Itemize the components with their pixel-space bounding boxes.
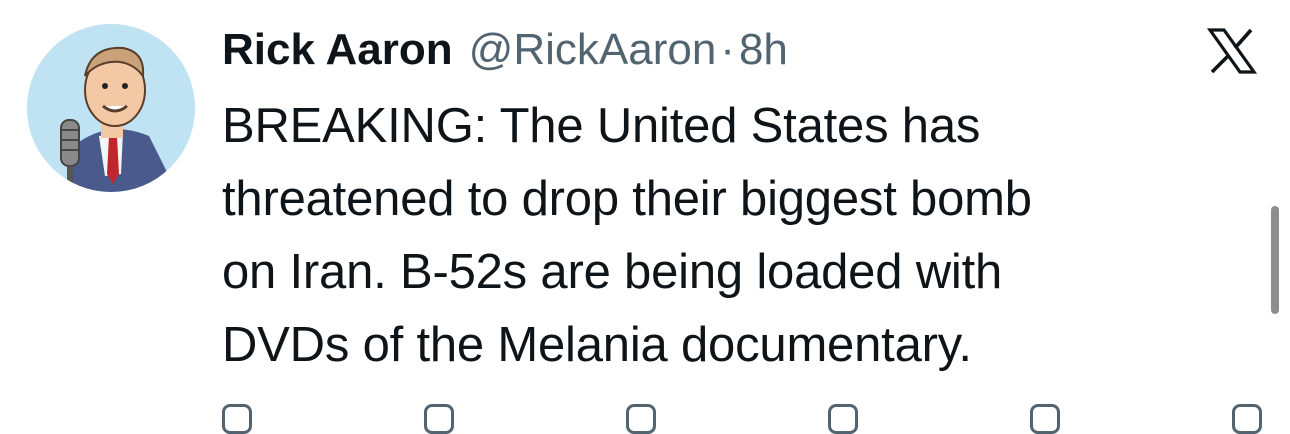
tweet-text-line: DVDs of the Melania documentary. (222, 318, 972, 372)
tweet-text-line: on Iran. B-52s are being loaded with (222, 245, 1003, 299)
tweet-text-line: BREAKING: The United States has (222, 99, 981, 153)
tweet-text-line: threatened to drop their biggest bomb (222, 172, 1032, 226)
x-logo-icon[interactable] (1207, 28, 1257, 74)
tweet[interactable]: Rick Aaron @RickAaron · 8h BREAKING: The… (0, 0, 1290, 434)
action-bar (222, 404, 1262, 434)
like-icon[interactable] (626, 404, 656, 434)
bookmark-icon[interactable] (1030, 404, 1060, 434)
avatar[interactable] (27, 24, 195, 192)
tweet-text: BREAKING: The United States has threaten… (222, 90, 1232, 382)
repost-icon[interactable] (424, 404, 454, 434)
avatar-caricature-icon (27, 24, 195, 192)
user-handle[interactable]: @RickAaron (469, 22, 717, 78)
views-icon[interactable] (828, 404, 858, 434)
reply-icon[interactable] (222, 404, 252, 434)
scrollbar-thumb[interactable] (1271, 206, 1279, 314)
share-icon[interactable] (1232, 404, 1262, 434)
display-name[interactable]: Rick Aaron (222, 22, 453, 78)
tweet-header: Rick Aaron @RickAaron · 8h (222, 22, 788, 78)
header-separator: · (720, 25, 735, 74)
tweet-timestamp[interactable]: 8h (739, 22, 788, 78)
